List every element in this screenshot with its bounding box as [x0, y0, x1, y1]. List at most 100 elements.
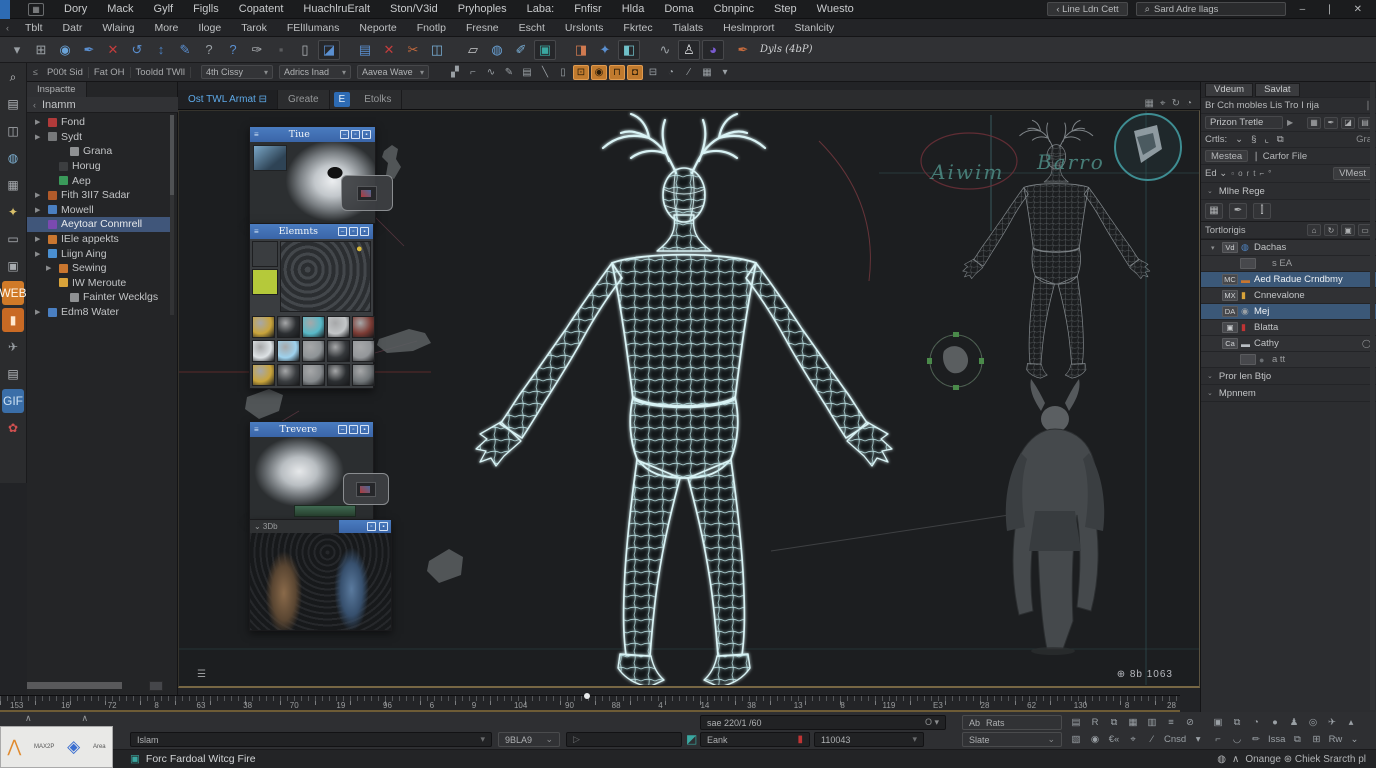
material-thumbnail[interactable] [277, 340, 300, 362]
toolbar-icon[interactable]: ✑ [246, 40, 268, 60]
floating-panel-elements[interactable]: ≡ Elemnts –▫▪ [249, 223, 374, 389]
menu-item[interactable]: Step [764, 3, 807, 15]
material-thumbnail[interactable] [327, 364, 350, 386]
vmest-button[interactable]: VMest [1333, 167, 1372, 180]
spinner-up-button[interactable]: ∧ [81, 713, 88, 727]
drag-grip-icon[interactable]: ≡ [254, 425, 259, 434]
node-row[interactable]: Ca ▬ Cathy ◯ [1201, 336, 1376, 352]
viewport-nav-icon[interactable]: ⌄ [1346, 732, 1362, 746]
toolbar-icon[interactable]: ✕ [378, 40, 400, 60]
viewport-nav-icon[interactable]: ⧉ [1289, 732, 1305, 746]
preset-tool-icon[interactable]: ▦ [1307, 117, 1321, 129]
tool-icon[interactable]: ▭ [2, 227, 24, 251]
panel-window-button[interactable]: ▪ [379, 522, 388, 531]
viewport-tab[interactable]: Ost TWL Armat ⊟ [178, 90, 278, 109]
expand-arrow-icon[interactable]: ▶ [35, 206, 44, 214]
tool-icon[interactable]: ⌕ [2, 65, 24, 89]
collapse-icon[interactable]: ≤ [33, 67, 38, 77]
menu-item[interactable]: Tblt [15, 22, 53, 34]
tool-icon[interactable]: GIF [2, 389, 24, 413]
menu-item[interactable]: Datr [53, 22, 93, 34]
tree-row[interactable]: ▶ Sewing [27, 261, 174, 276]
preset-dropdown[interactable]: Prizon Tretle [1205, 116, 1283, 129]
toolbar-icon[interactable]: ∿ [654, 40, 676, 60]
panel-window-button[interactable]: ▫ [349, 227, 358, 236]
layout-switcher-button[interactable]: ‹ Line Ldn Cett [1047, 2, 1127, 16]
secondary-input[interactable]: ▷ [566, 732, 682, 747]
menu-item[interactable]: Stanlcity [784, 22, 844, 34]
toolbar-icon[interactable]: ↺ [126, 40, 148, 60]
panel-flyout[interactable] [341, 175, 393, 211]
pen-icon[interactable]: ✒ [732, 40, 754, 60]
topology-tool-icon[interactable]: ↻ [1324, 224, 1338, 236]
restore-button[interactable]: ❘ [1319, 4, 1339, 15]
playhead-marker[interactable] [584, 693, 590, 699]
toolbar-icon[interactable] [558, 40, 568, 60]
material-thumbnail[interactable] [352, 364, 375, 386]
toolbar-icon[interactable]: ⊞ [30, 40, 52, 60]
menu-item[interactable]: Fkrtec [613, 22, 662, 34]
expand-arrow-icon[interactable]: ▶ [35, 308, 44, 316]
tree-row[interactable]: ▶ Mowell [27, 203, 174, 218]
tool-icon[interactable]: ◍ [2, 146, 24, 170]
toolbar-icon[interactable]: ✒ [78, 40, 100, 60]
snap-toggle-icon[interactable]: ◔ [663, 65, 679, 80]
menu-item[interactable]: Gylf [144, 3, 184, 15]
toolbar-icon[interactable]: ◉ [54, 40, 76, 60]
tree-row[interactable]: Aep [27, 173, 174, 188]
tree-row[interactable]: Horug [27, 159, 174, 174]
menu-item[interactable]: Fresne [456, 22, 509, 34]
material-thumbnail[interactable] [252, 241, 278, 267]
toolbar-text-item[interactable]: P00t Sid [42, 67, 89, 78]
toolbar-icon[interactable] [642, 40, 652, 60]
viewport-tab[interactable]: Etolks [354, 90, 402, 109]
menu-item[interactable]: Fnotlp [407, 22, 456, 34]
node-row[interactable]: s EA [1201, 256, 1376, 272]
toolbar-dropdown[interactable]: 4th Cissy▾ [201, 65, 273, 79]
material-thumbnail[interactable] [277, 364, 300, 386]
snap-toggle-icon[interactable]: ⊟ [645, 65, 661, 80]
animation-control-icon[interactable]: ⌖ [1125, 732, 1141, 746]
toolbar-icon[interactable]: ◧ [618, 40, 640, 60]
minimize-button[interactable]: – [1294, 4, 1312, 15]
menu-item[interactable]: Heslmprort [713, 22, 784, 34]
viewport-nav-icon[interactable]: ◔ [1248, 715, 1264, 729]
toolbar-icon[interactable]: ◨ [570, 40, 592, 60]
toolbar-icon[interactable]: ▣ [534, 40, 556, 60]
material-thumbnail[interactable] [327, 316, 350, 338]
edit-mini-icon[interactable]: ° [1268, 169, 1271, 178]
toolbar-icon[interactable]: ✎ [174, 40, 196, 60]
menu-item[interactable]: Iloge [188, 22, 231, 34]
toolbar-icon[interactable]: ◕ [702, 40, 724, 60]
node-row[interactable]: ▾ Vd ◍ Dachas [1201, 240, 1376, 256]
back-chevron-icon[interactable]: ‹ [0, 23, 15, 33]
menu-item[interactable]: Figlls [183, 3, 229, 15]
material-thumbnail[interactable] [352, 340, 375, 362]
viewport-control-icon[interactable]: ▦ [1144, 98, 1153, 109]
menu-item[interactable]: Neporte [349, 22, 406, 34]
viewport-canvas[interactable]: Aiwim Barro ≡ Tiue –▫▪ [178, 110, 1200, 688]
horizontal-scrollbar[interactable] [27, 682, 122, 689]
toolbar-text-item[interactable]: Fat OH [89, 67, 131, 78]
spinner-up-button[interactable]: ∧ [25, 713, 32, 727]
snap-toggle-icon[interactable]: ▾ [717, 65, 733, 80]
animation-control-icon[interactable]: ≡ [1163, 715, 1179, 729]
toolbar-icon[interactable]: ▱ [462, 40, 484, 60]
script-input[interactable]: Islam ▾ [130, 732, 492, 747]
toolbar-icon[interactable]: ▯ [294, 40, 316, 60]
tree-row[interactable]: ▶ Sydt [27, 130, 174, 145]
panel-window-button[interactable]: ▪ [360, 227, 369, 236]
panel-window-button[interactable]: ▫ [351, 130, 360, 139]
mesh-tool-icon[interactable]: ✒ [1229, 203, 1247, 219]
menu-item[interactable]: Tarok [231, 22, 277, 34]
control-icon[interactable]: § [1251, 134, 1256, 145]
toolbar-icon[interactable]: ✐ [510, 40, 532, 60]
drag-grip-icon[interactable]: ≡ [254, 130, 259, 139]
panel-title-bar[interactable]: ≡ Trevere –▫▪ [250, 422, 373, 437]
control-icon[interactable]: ⌄ [1235, 134, 1243, 145]
menu-item[interactable]: HuachlruEralt [293, 3, 380, 15]
panel-window-button[interactable]: – [340, 130, 349, 139]
menu-item[interactable]: Ston/V3id [380, 3, 448, 15]
panel-window-button[interactable]: ▫ [349, 425, 358, 434]
toggle-checkbox[interactable]: ◩ [686, 732, 697, 746]
